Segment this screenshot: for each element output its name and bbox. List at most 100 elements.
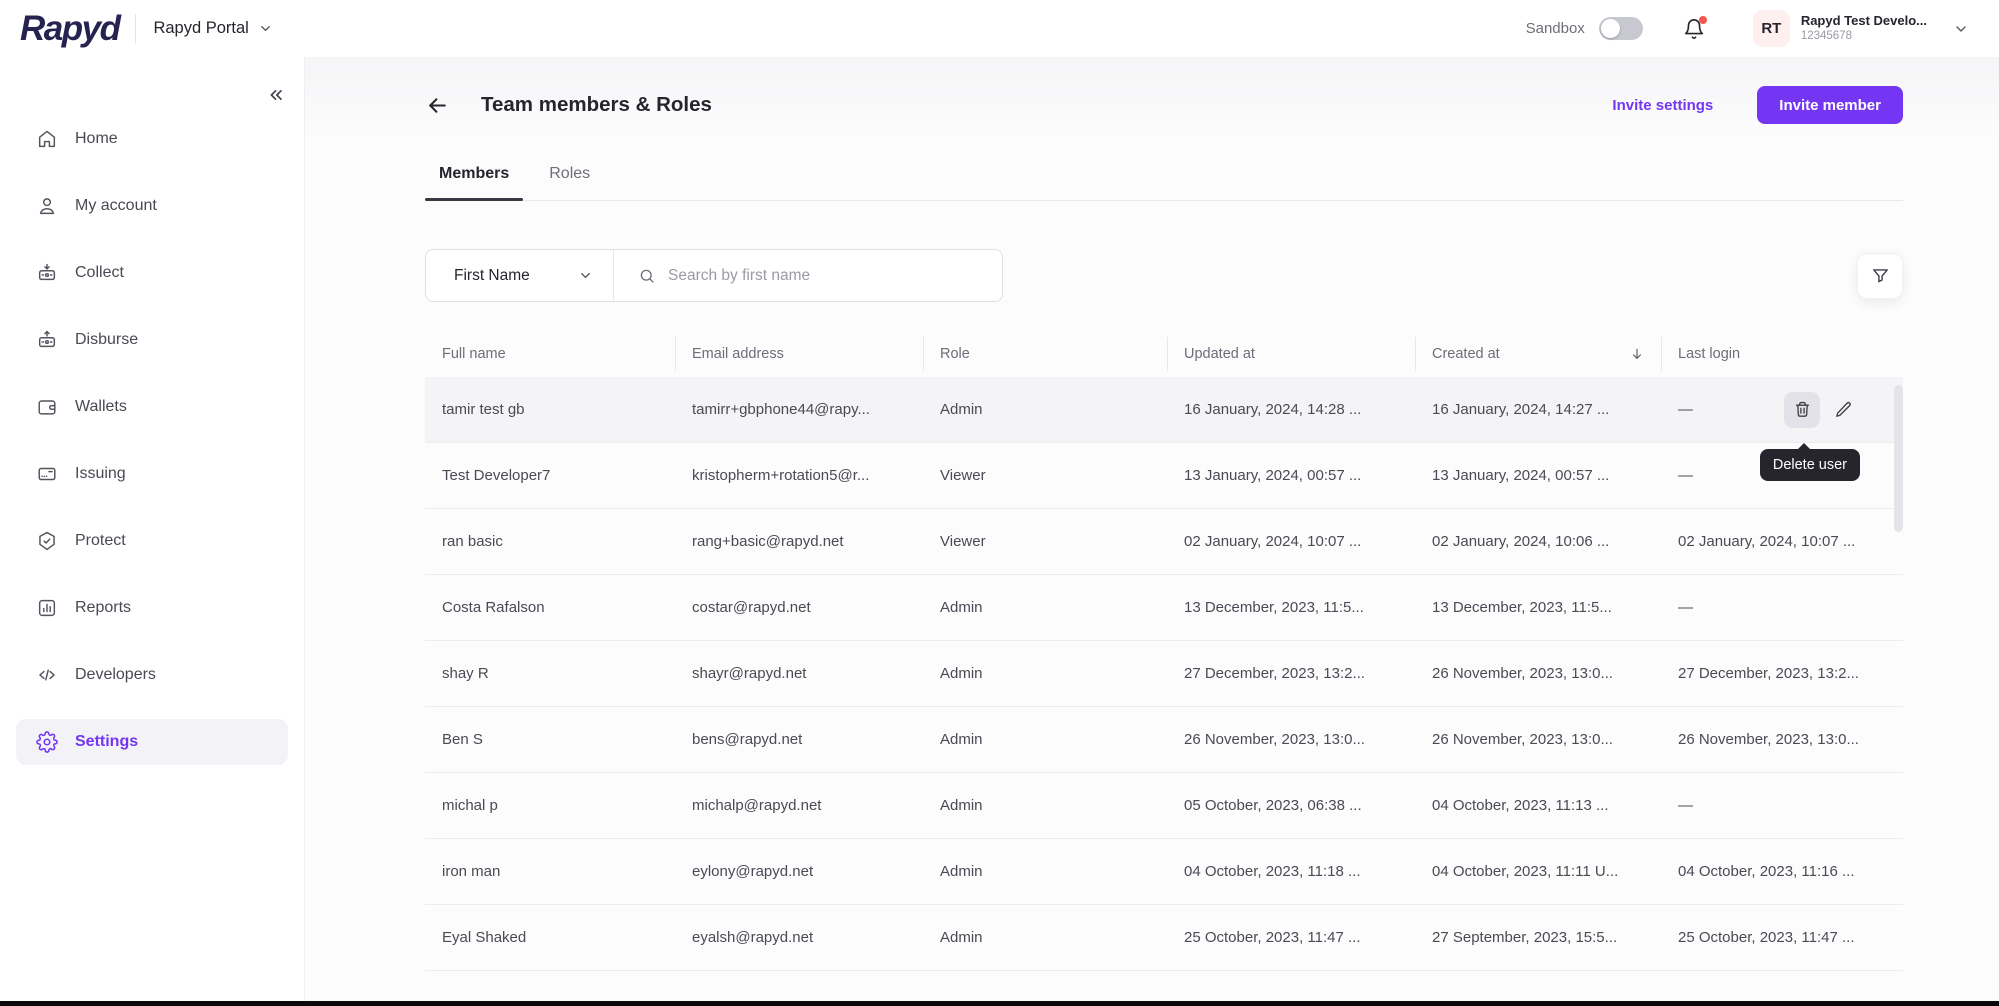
sidebar-item-my-account[interactable]: My account xyxy=(16,183,288,229)
sidebar-item-collect[interactable]: Collect xyxy=(16,250,288,296)
cell-role: Admin xyxy=(923,929,1167,946)
sidebar-item-label: Protect xyxy=(75,532,126,550)
cell-full-name: Ben S xyxy=(425,731,675,748)
cell-full-name: iron man xyxy=(425,863,675,880)
disburse-icon xyxy=(36,329,58,351)
table-row[interactable]: shay R shayr@rapyd.net Admin 27 December… xyxy=(425,641,1903,707)
edit-user-button[interactable] xyxy=(1828,395,1858,425)
invite-member-button[interactable]: Invite member xyxy=(1757,86,1903,124)
cell-email: michalp@rapyd.net xyxy=(675,797,923,814)
sidebar-item-reports[interactable]: Reports xyxy=(16,585,288,631)
cell-updated-at: 05 October, 2023, 06:38 ... xyxy=(1167,797,1415,814)
sidebar-item-settings[interactable]: Settings xyxy=(16,719,288,765)
sidebar-item-label: Collect xyxy=(75,264,124,282)
cell-last-login: — xyxy=(1661,797,1903,814)
chevron-down-icon xyxy=(258,21,273,36)
sidebar-item-home[interactable]: Home xyxy=(16,116,288,162)
delete-user-button[interactable] xyxy=(1784,392,1820,428)
cell-email: bens@rapyd.net xyxy=(675,731,923,748)
cell-role: Admin xyxy=(923,599,1167,616)
members-table: Full name Email address Role Updated at … xyxy=(425,331,1903,1001)
portal-name: Rapyd Portal xyxy=(153,19,248,38)
cell-full-name: michal p xyxy=(425,797,675,814)
cell-created-at: 26 November, 2023, 13:0... xyxy=(1415,665,1661,682)
cell-updated-at: 25 October, 2023, 11:47 ... xyxy=(1167,929,1415,946)
column-header-email[interactable]: Email address xyxy=(675,331,923,377)
cell-role: Admin xyxy=(923,401,1167,418)
tab-roles[interactable]: Roles xyxy=(535,164,604,200)
toggle-knob xyxy=(1601,19,1620,38)
cell-updated-at: 27 December, 2023, 13:2... xyxy=(1167,665,1415,682)
sidebar-item-label: Wallets xyxy=(75,398,127,416)
notification-dot xyxy=(1699,16,1707,24)
column-header-created-at[interactable]: Created at xyxy=(1415,331,1661,377)
tab-members[interactable]: Members xyxy=(425,164,523,200)
sidebar-item-developers[interactable]: Developers xyxy=(16,652,288,698)
column-header-updated-at[interactable]: Updated at xyxy=(1167,331,1415,377)
cell-full-name: shay R xyxy=(425,665,675,682)
sidebar-item-disburse[interactable]: Disburse xyxy=(16,317,288,363)
search-input[interactable] xyxy=(668,267,986,285)
column-header-last-login[interactable]: Last login xyxy=(1661,331,1903,377)
column-header-label: Created at xyxy=(1432,346,1500,362)
chevron-down-icon xyxy=(578,268,593,283)
search-filter-control: First Name xyxy=(425,249,1003,302)
cell-updated-at: 13 January, 2024, 00:57 ... xyxy=(1167,467,1415,484)
filter-field-select[interactable]: First Name xyxy=(426,250,614,301)
table-row[interactable]: iron man eylony@rapyd.net Admin 04 Octob… xyxy=(425,839,1903,905)
sidebar-item-protect[interactable]: Protect xyxy=(16,518,288,564)
sidebar-collapse-button[interactable] xyxy=(266,85,286,105)
table-row[interactable]: tamir test gb tamirr+gbphone44@rapy... A… xyxy=(425,377,1903,443)
sidebar-item-label: Home xyxy=(75,130,118,148)
cell-created-at: 04 October, 2023, 11:11 U... xyxy=(1415,863,1661,880)
account-id: 12345678 xyxy=(1801,29,1927,44)
sidebar-item-wallets[interactable]: Wallets xyxy=(16,384,288,430)
cell-last-login: — xyxy=(1661,599,1903,616)
trash-icon xyxy=(1793,400,1812,419)
sidebar-item-issuing[interactable]: Issuing xyxy=(16,451,288,497)
home-icon xyxy=(36,128,58,150)
cell-created-at: 13 December, 2023, 11:5... xyxy=(1415,599,1661,616)
cell-updated-at: 02 January, 2024, 10:07 ... xyxy=(1167,533,1415,550)
column-header-full-name[interactable]: Full name xyxy=(425,331,675,377)
cell-email: costar@rapyd.net xyxy=(675,599,923,616)
vertical-scrollbar[interactable] xyxy=(1894,385,1903,532)
main-content: Team members & Roles Invite settings Inv… xyxy=(305,57,1999,1001)
tab-bar: Members Roles xyxy=(425,164,1903,201)
code-icon xyxy=(36,664,58,686)
table-row[interactable]: Costa Rafalson costar@rapyd.net Admin 13… xyxy=(425,575,1903,641)
account-menu[interactable]: RT Rapyd Test Develo... 12345678 xyxy=(1753,10,1969,47)
cell-last-login: 02 January, 2024, 10:07 ... xyxy=(1661,533,1903,550)
table-row[interactable]: michal p michalp@rapyd.net Admin 05 Octo… xyxy=(425,773,1903,839)
sidebar-item-label: Disburse xyxy=(75,331,138,349)
sidebar-item-label: Reports xyxy=(75,599,131,617)
table-row[interactable]: Test Developer7 kristopherm+rotation5@r.… xyxy=(425,443,1903,509)
invite-settings-link[interactable]: Invite settings xyxy=(1612,97,1713,114)
filter-button[interactable] xyxy=(1857,253,1903,299)
cell-created-at: 27 September, 2023, 15:5... xyxy=(1415,929,1661,946)
gear-icon xyxy=(36,731,58,753)
notifications-button[interactable] xyxy=(1683,18,1705,40)
sort-descending-icon xyxy=(1629,346,1645,362)
cell-role: Admin xyxy=(923,731,1167,748)
cell-full-name: Eyal Shaked xyxy=(425,929,675,946)
table-row[interactable]: Eyal Shaked eyalsh@rapyd.net Admin 25 Oc… xyxy=(425,905,1903,971)
cell-email: shayr@rapyd.net xyxy=(675,665,923,682)
sandbox-toggle[interactable] xyxy=(1599,17,1643,40)
cell-last-login: 04 October, 2023, 11:16 ... xyxy=(1661,863,1903,880)
back-button[interactable] xyxy=(425,93,450,118)
column-header-role[interactable]: Role xyxy=(923,331,1167,377)
cell-last-login: — xyxy=(1661,401,1903,418)
cell-email: kristopherm+rotation5@r... xyxy=(675,467,923,484)
table-row-partial[interactable] xyxy=(425,971,1903,1001)
bar-chart-icon xyxy=(36,597,58,619)
table-row[interactable]: ran basic rang+basic@rapyd.net Viewer 02… xyxy=(425,509,1903,575)
portal-switcher[interactable]: Rapyd Portal xyxy=(153,19,272,38)
avatar: RT xyxy=(1753,10,1790,47)
cell-full-name: ran basic xyxy=(425,533,675,550)
cell-email: rang+basic@rapyd.net xyxy=(675,533,923,550)
table-row[interactable]: Ben S bens@rapyd.net Admin 26 November, … xyxy=(425,707,1903,773)
sidebar-item-label: Issuing xyxy=(75,465,126,483)
cell-role: Viewer xyxy=(923,467,1167,484)
sidebar-item-label: Settings xyxy=(75,733,138,751)
